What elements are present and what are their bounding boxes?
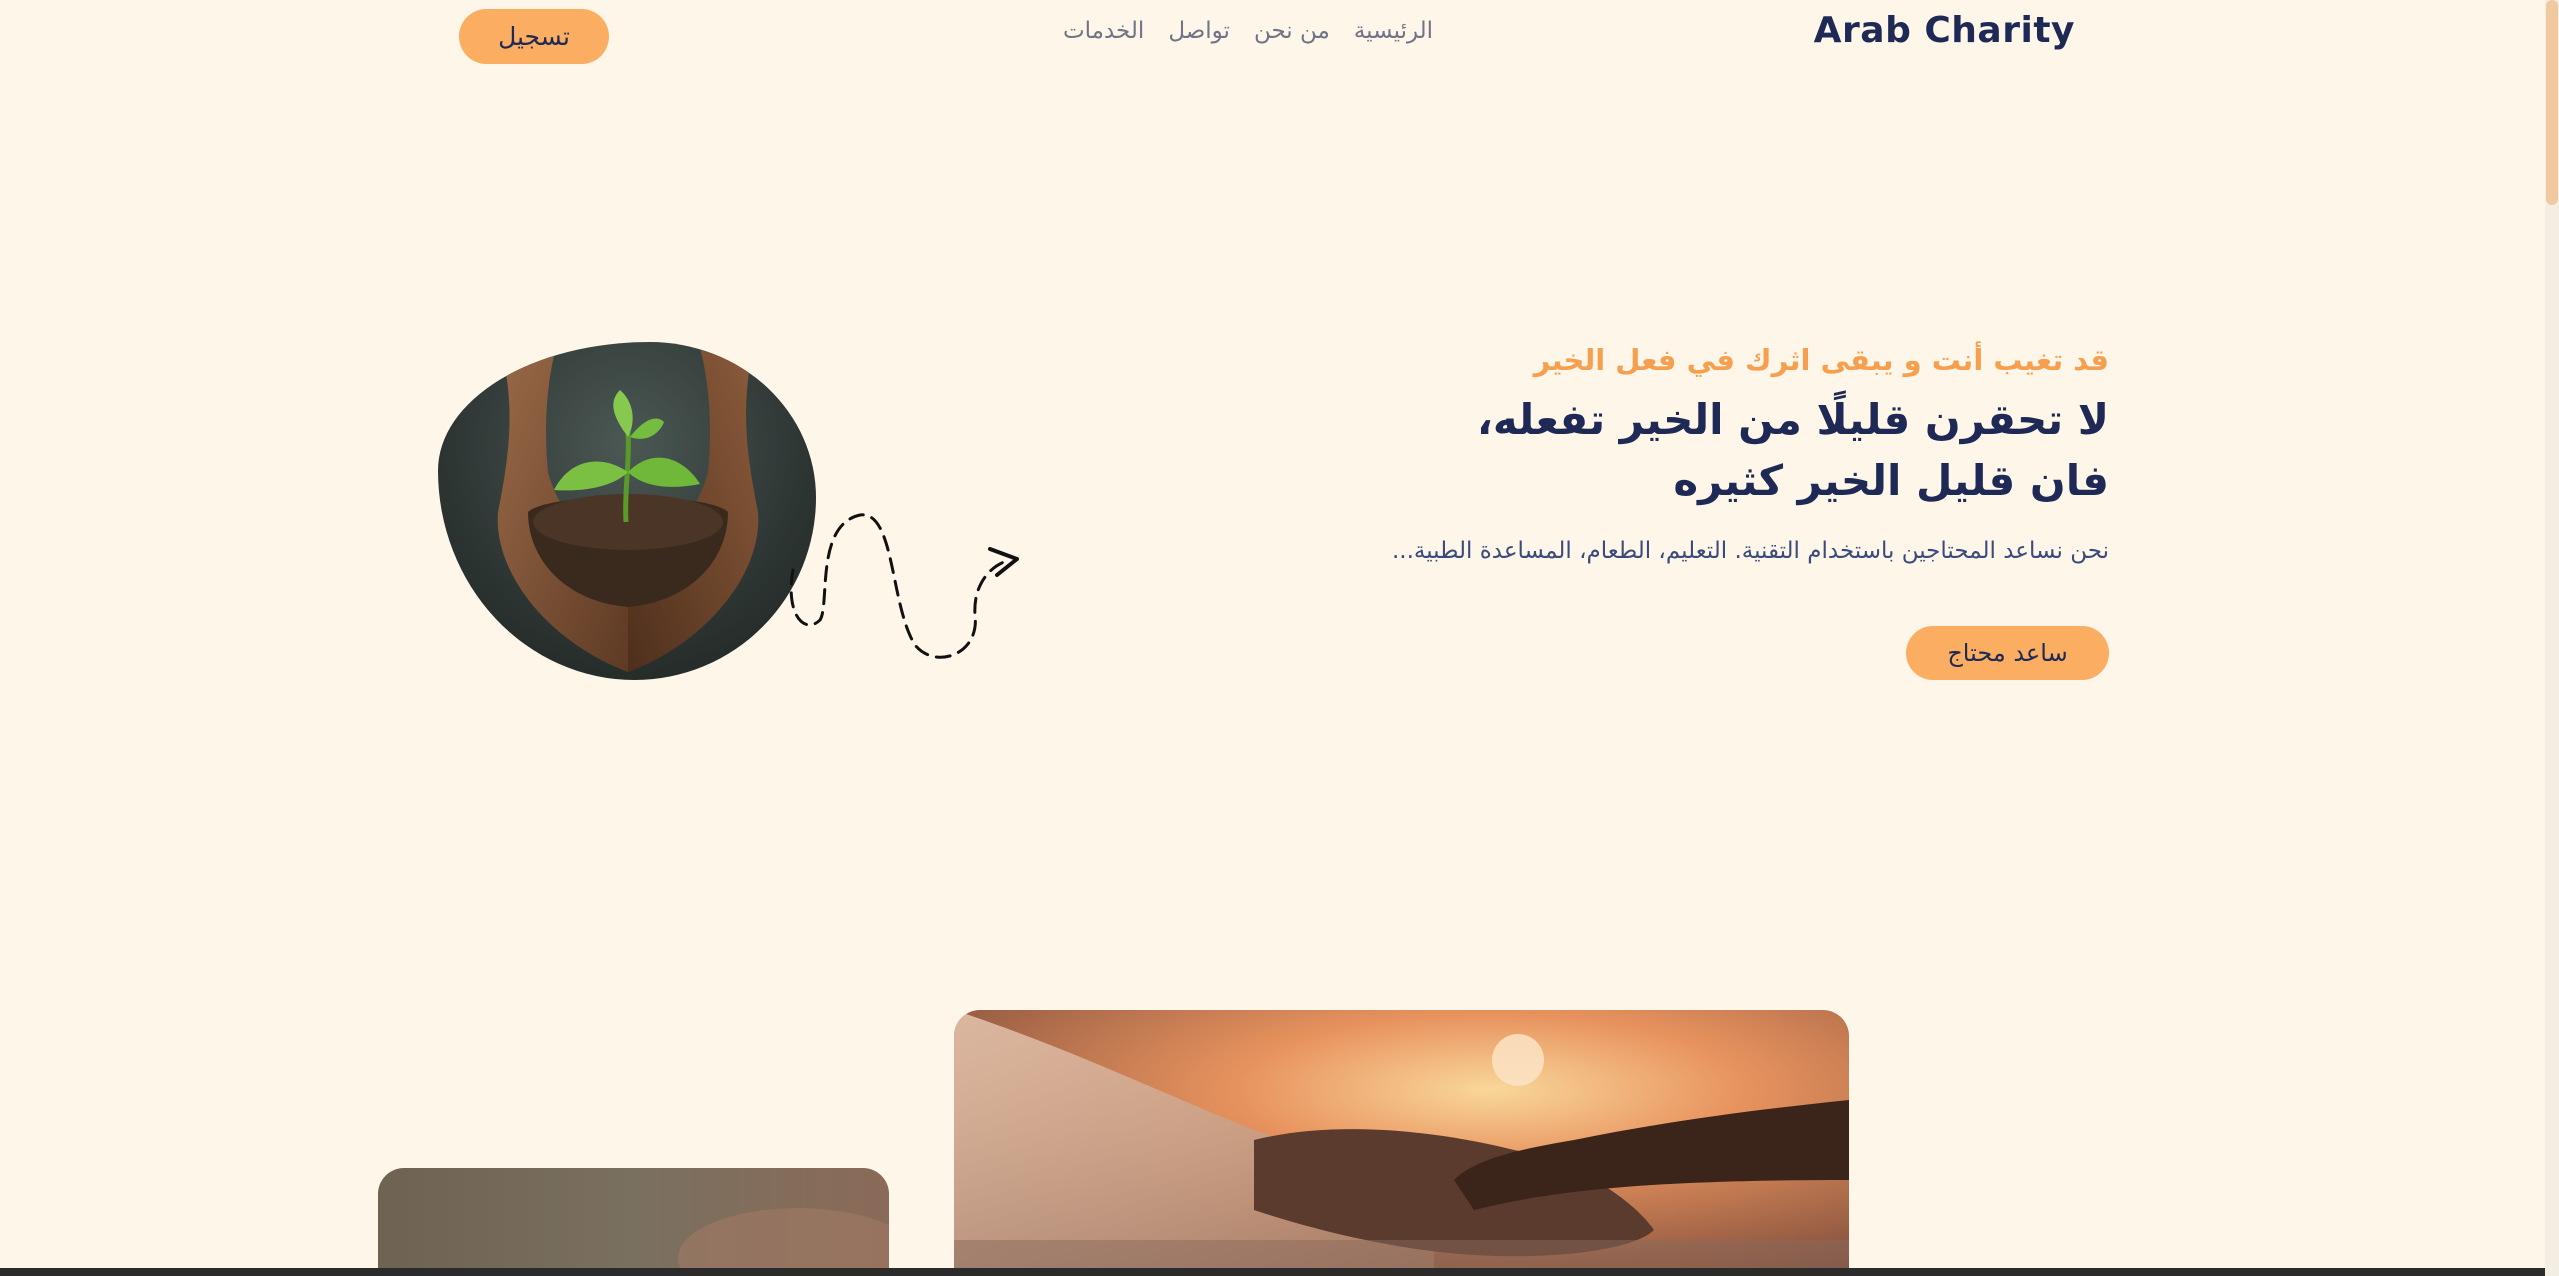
signup-button[interactable]: تسجيل [459, 9, 609, 64]
help-needy-button[interactable]: ساعد محتاج [1906, 626, 2109, 680]
bottom-edge-bar [0, 1268, 2545, 1276]
dashed-arrow-decoration [789, 513, 1019, 659]
nav-link-home[interactable]: الرئيسية [1354, 18, 1433, 44]
nav-link-about[interactable]: من نحن [1254, 18, 1330, 44]
scrollbar-thumb[interactable] [2546, 0, 2558, 205]
nav-link-contact[interactable]: تواصل [1168, 18, 1230, 44]
secondary-photo [378, 1168, 889, 1276]
navbar: Arab Charity الخدمات تواصل من نحن الرئيس… [0, 0, 2545, 80]
hero-description: نحن نساعد المحتاجين باستخدام التقنية. ال… [1391, 538, 2109, 564]
hero-tagline: قد تغيب أنت و يبقى اثرك في فعل الخير [1533, 343, 2109, 377]
scrollbar[interactable] [2545, 0, 2559, 1276]
nav-link-services[interactable]: الخدمات [1063, 18, 1144, 44]
hero-text: قد تغيب أنت و يبقى اثرك في فعل الخير لا … [1389, 335, 2109, 569]
nav-links: الخدمات تواصل من نحن الرئيسية [1063, 18, 1433, 44]
holding-hands-sunset-photo [954, 1010, 1849, 1276]
hero-title: لا تحقرن قليلًا من الخير تفعله، فان قليل… [1476, 395, 2109, 505]
hands-seedling-illustration [497, 342, 759, 672]
gallery-image-secondary [378, 1168, 889, 1276]
gallery-image-holding-hands [954, 1010, 1849, 1276]
brand-logo[interactable]: Arab Charity [1814, 10, 2075, 51]
hero-image-hands-with-plant [438, 342, 816, 680]
